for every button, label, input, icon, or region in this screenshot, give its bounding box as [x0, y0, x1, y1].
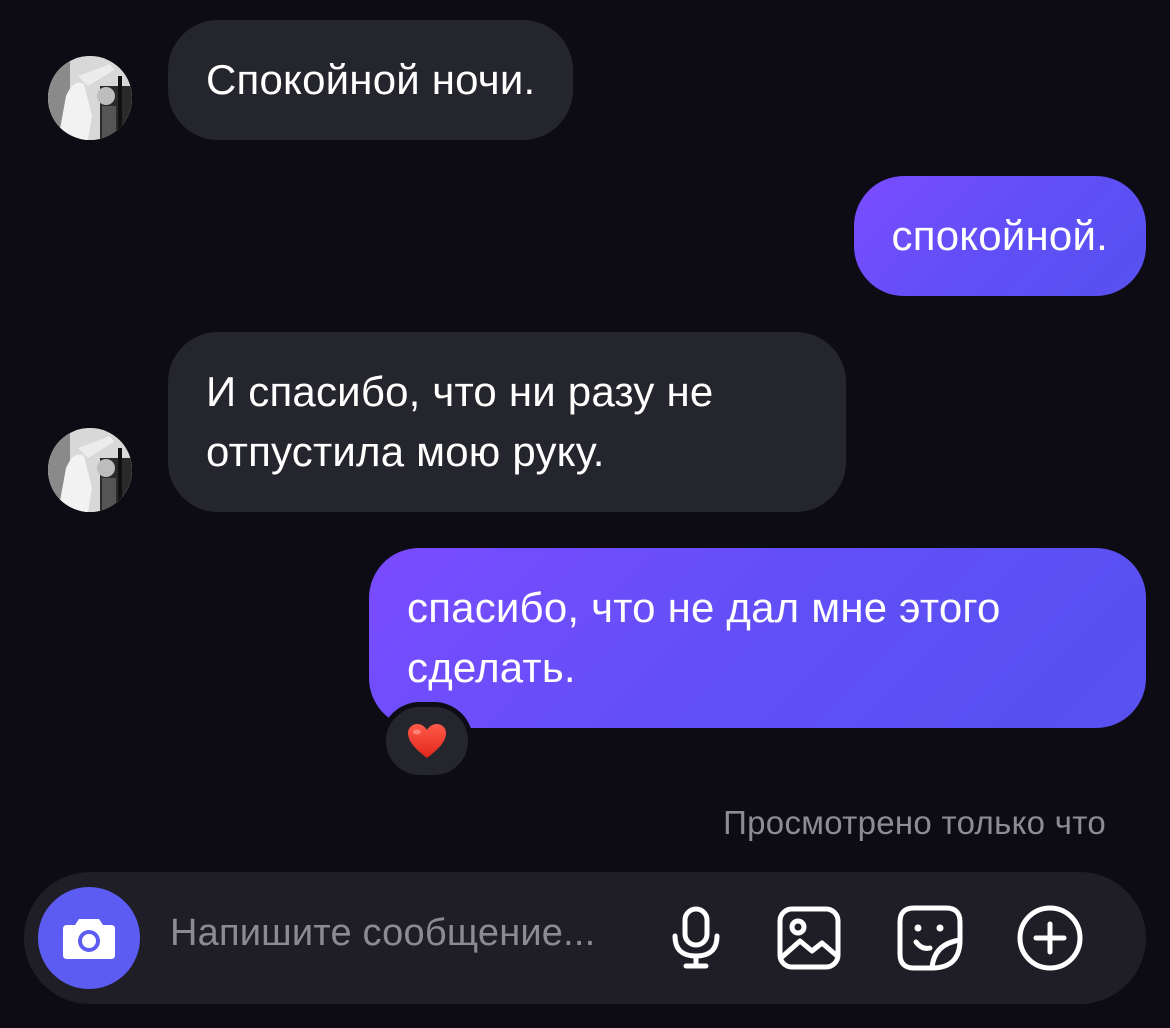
heart-icon [408, 724, 446, 758]
more-button[interactable] [1014, 902, 1086, 974]
camera-icon [63, 919, 115, 959]
message-input[interactable]: Напишите сообщение... [170, 912, 595, 955]
voice-message-button[interactable] [660, 902, 732, 974]
heart-reaction[interactable] [381, 702, 473, 780]
microphone-icon [672, 906, 720, 969]
incoming-message[interactable]: И спасибо, что ни разу не отпустила мою … [168, 332, 846, 512]
plus-icon [1017, 905, 1083, 971]
contact-avatar[interactable] [48, 428, 132, 512]
avatar-photo-icon [48, 428, 132, 512]
message-text: Спокойной ночи. [206, 56, 536, 103]
outgoing-message[interactable]: спасибо, что не дал мне этого сделать. [369, 548, 1146, 728]
outgoing-message[interactable]: спокойной. [853, 176, 1146, 296]
message-text: спокойной. [891, 212, 1108, 259]
contact-avatar[interactable] [48, 56, 132, 140]
sticker-button[interactable] [894, 902, 966, 974]
message-composer: Напишите сообщение... [24, 872, 1146, 1004]
incoming-message[interactable]: Спокойной ночи. [168, 20, 574, 140]
chat-screen: Спокойной ночи. спокойной. И спасибо, чт… [0, 0, 1170, 1028]
avatar-photo-icon [48, 56, 132, 140]
gallery-button[interactable] [773, 902, 845, 974]
seen-status: Просмотрено только что [723, 804, 1106, 841]
message-text-line: спасибо, что не дал мне этого [407, 584, 1001, 631]
message-text-line: И спасибо, что ни разу не [206, 368, 714, 415]
gallery-icon [777, 906, 841, 970]
camera-button[interactable] [38, 887, 140, 989]
sticker-icon [897, 905, 963, 971]
message-text-line: сделать. [407, 644, 576, 691]
message-text-line: отпустила мою руку. [206, 428, 605, 475]
